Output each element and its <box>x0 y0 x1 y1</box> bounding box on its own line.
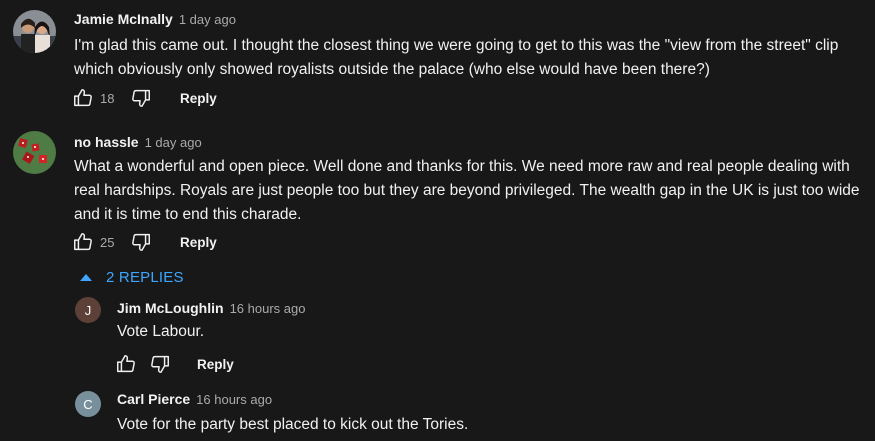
thumbs-up-icon <box>74 233 92 251</box>
comment-timestamp[interactable]: 1 day ago <box>179 12 236 27</box>
comment-text: What a wonderful and open piece. Well do… <box>74 158 860 223</box>
like-button[interactable] <box>113 352 139 376</box>
avatar[interactable]: J <box>75 297 101 323</box>
reply-button[interactable]: Reply <box>180 235 217 250</box>
like-button[interactable] <box>70 230 96 254</box>
replies-toggle-button[interactable]: 2 REPLIES <box>80 269 184 286</box>
comment-actions: 18 Reply <box>70 86 217 110</box>
comment-author[interactable]: Jamie McInally <box>74 11 173 27</box>
reply-actions: Reply <box>113 352 234 376</box>
thumbs-down-icon <box>132 233 150 251</box>
caret-up-icon <box>80 274 92 281</box>
reply-timestamp[interactable]: 16 hours ago <box>230 301 306 316</box>
reply-text: Vote Labour. <box>117 323 205 340</box>
comment-actions: 25 Reply <box>70 230 217 254</box>
user-photo-icon <box>13 10 56 53</box>
comment-author[interactable]: no hassle <box>74 134 139 150</box>
dislike-button[interactable] <box>128 86 154 110</box>
reply-button[interactable]: Reply <box>197 357 234 372</box>
avatar[interactable] <box>13 131 56 174</box>
dislike-button[interactable] <box>128 230 154 254</box>
reply-author[interactable]: Jim McLoughlin <box>117 300 224 316</box>
avatar[interactable] <box>13 10 56 53</box>
reply-button[interactable]: Reply <box>180 91 217 106</box>
reply-text: Vote for the party best placed to kick o… <box>117 416 469 433</box>
like-count: 18 <box>100 90 115 106</box>
like-button[interactable] <box>70 86 96 110</box>
thumbs-down-icon <box>132 89 150 107</box>
replies-toggle-label: 2 REPLIES <box>106 269 184 286</box>
reply-timestamp[interactable]: 16 hours ago <box>196 392 272 407</box>
comment-text: I'm glad this came out. I thought the cl… <box>74 37 839 78</box>
reply-author[interactable]: Carl Pierce <box>117 391 190 407</box>
like-count: 25 <box>100 234 115 250</box>
thumbs-up-icon <box>74 89 92 107</box>
avatar-initial: C <box>83 396 93 412</box>
user-photo-icon <box>13 131 56 174</box>
dislike-button[interactable] <box>147 352 173 376</box>
thumbs-down-icon <box>151 355 169 373</box>
comment-timestamp[interactable]: 1 day ago <box>145 135 202 150</box>
thumbs-up-icon <box>117 355 135 373</box>
avatar-initial: J <box>84 302 92 318</box>
avatar[interactable]: C <box>75 391 101 417</box>
